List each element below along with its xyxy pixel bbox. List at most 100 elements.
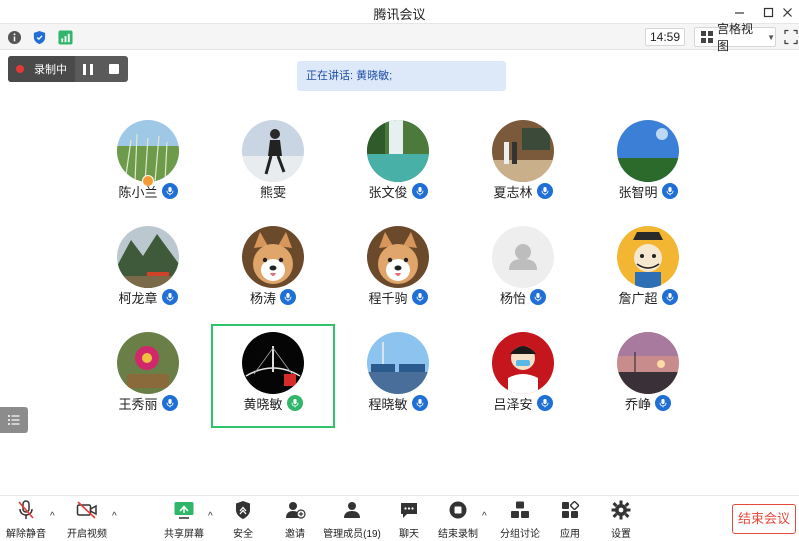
avatar — [242, 332, 304, 394]
mic-icon — [411, 183, 428, 199]
chat-icon — [401, 503, 417, 518]
avatar — [492, 332, 554, 394]
participant-tile[interactable]: 王秀丽 — [86, 324, 210, 428]
unmute-button[interactable]: 解除静音 — [6, 500, 46, 540]
participant-tile[interactable]: 程晓敏 — [336, 324, 460, 428]
stop-record-icon — [449, 501, 467, 519]
mic-icon — [161, 289, 178, 305]
members-icon — [344, 502, 360, 518]
shield-icon — [33, 30, 45, 44]
participant-tile[interactable]: 陈小兰 — [86, 112, 210, 216]
participant-name-row: 詹广超 — [586, 287, 710, 307]
settings-button[interactable]: 设置 — [606, 500, 636, 540]
chevron-down-icon: ▼ — [767, 32, 775, 42]
participant-tile[interactable]: 詹广超 — [586, 218, 710, 322]
participant-name: 熊雯 — [259, 184, 286, 200]
participant-tile[interactable]: 黄晓敏 — [211, 324, 335, 428]
meeting-window: 腾讯会议 14:59 宫格视图 ▼ 录制中 正在讲话: 黄晓敏; 陈小兰 熊雯 … — [0, 0, 799, 541]
meeting-clock: 14:59 — [645, 28, 685, 46]
info-icon — [7, 30, 21, 44]
breakout-icon — [511, 501, 529, 518]
security-status-button[interactable] — [31, 29, 47, 45]
participant-name: 乔峥 — [624, 396, 651, 412]
avatar — [492, 120, 554, 182]
pause-recording-button[interactable] — [75, 56, 101, 82]
meeting-info-button[interactable] — [6, 29, 22, 45]
stop-recording-button[interactable] — [101, 56, 127, 82]
manage-members-button[interactable]: 管理成员(19) — [323, 500, 381, 540]
participant-name-row: 黄晓敏 — [213, 393, 333, 413]
recording-controls: 录制中 — [8, 56, 128, 82]
breakout-rooms-button[interactable]: 分组讨论 — [500, 500, 540, 540]
mic-icon — [411, 289, 428, 305]
mic-icon — [530, 289, 546, 305]
start-video-button[interactable]: 开启视频 — [67, 500, 107, 540]
invite-button[interactable]: 邀请 — [280, 500, 310, 540]
end-meeting-button[interactable]: 结束会议 — [732, 504, 796, 534]
signal-icon — [57, 29, 73, 45]
avatar — [617, 332, 679, 394]
avatar — [117, 226, 179, 288]
mic-icon — [411, 395, 428, 411]
shield-icon — [236, 501, 250, 519]
participant-name-row: 程晓敏 — [336, 393, 460, 413]
chat-button[interactable]: 聊天 — [394, 500, 424, 540]
chevron-up-icon[interactable]: ^ — [208, 511, 218, 522]
mic-icon — [536, 395, 553, 411]
add-user-icon — [286, 502, 306, 519]
pause-icon — [83, 63, 86, 75]
stop-icon — [109, 64, 119, 74]
participant-name-row: 夏志林 — [461, 181, 585, 201]
fullscreen-icon[interactable] — [784, 29, 798, 45]
default-avatar-icon — [492, 226, 554, 288]
mic-icon — [280, 289, 296, 305]
participant-tile[interactable]: 程千驹 — [336, 218, 460, 322]
network-status-button[interactable] — [57, 29, 73, 45]
mic-icon — [161, 183, 178, 199]
participant-tile[interactable]: 夏志林 — [461, 112, 585, 216]
participant-name-row: 杨怡 — [461, 287, 585, 307]
participant-name: 张文俊 — [368, 184, 408, 200]
mic-icon — [536, 183, 553, 199]
participant-tile[interactable]: 柯龙章 — [86, 218, 210, 322]
list-icon — [8, 415, 20, 425]
participant-tile[interactable]: 张智明 — [586, 112, 710, 216]
share-screen-button[interactable]: 共享屏幕 — [164, 500, 204, 540]
minimize-button[interactable] — [728, 2, 750, 22]
chevron-up-icon[interactable]: ^ — [50, 511, 60, 522]
avatar — [117, 332, 179, 394]
participant-tile[interactable]: 杨涛 — [211, 218, 335, 322]
participant-name-row: 程千驹 — [336, 287, 460, 307]
participant-name-row: 王秀丽 — [86, 393, 210, 413]
participant-name: 詹广超 — [618, 290, 658, 306]
end-recording-button[interactable]: 结束录制 — [438, 500, 478, 540]
participant-tile[interactable]: 杨怡 — [461, 218, 585, 322]
avatar — [242, 226, 304, 288]
recording-label: 录制中 — [34, 64, 67, 76]
avatar — [367, 332, 429, 394]
close-button[interactable] — [776, 2, 798, 22]
apps-button[interactable]: 应用 — [555, 500, 585, 540]
participant-tile[interactable]: 乔峥 — [586, 324, 710, 428]
minimize-icon — [734, 11, 744, 14]
participant-name: 张智明 — [618, 184, 658, 200]
participant-name: 柯龙章 — [118, 290, 158, 306]
participant-name: 程千驹 — [368, 290, 408, 306]
participant-name-row: 张文俊 — [336, 181, 460, 201]
participant-name: 黄晓敏 — [243, 396, 283, 412]
view-mode-dropdown[interactable]: 宫格视图 ▼ — [694, 22, 776, 53]
chevron-up-icon[interactable]: ^ — [112, 511, 122, 522]
chevron-up-icon[interactable]: ^ — [482, 511, 492, 522]
close-icon — [782, 7, 792, 17]
participant-tile[interactable]: 熊雯 — [211, 112, 335, 216]
mic-active-icon — [286, 395, 303, 411]
security-button[interactable]: 安全 — [228, 500, 258, 540]
avatar — [367, 120, 429, 182]
participant-tile[interactable]: 张文俊 — [336, 112, 460, 216]
participant-name: 夏志林 — [493, 184, 533, 200]
participant-tile[interactable]: 吕泽安 — [461, 324, 585, 428]
avatar — [242, 120, 304, 182]
member-list-toggle[interactable] — [0, 407, 28, 433]
speaking-indicator: 正在讲话: 黄晓敏; — [297, 61, 506, 91]
maximize-icon — [763, 7, 773, 17]
